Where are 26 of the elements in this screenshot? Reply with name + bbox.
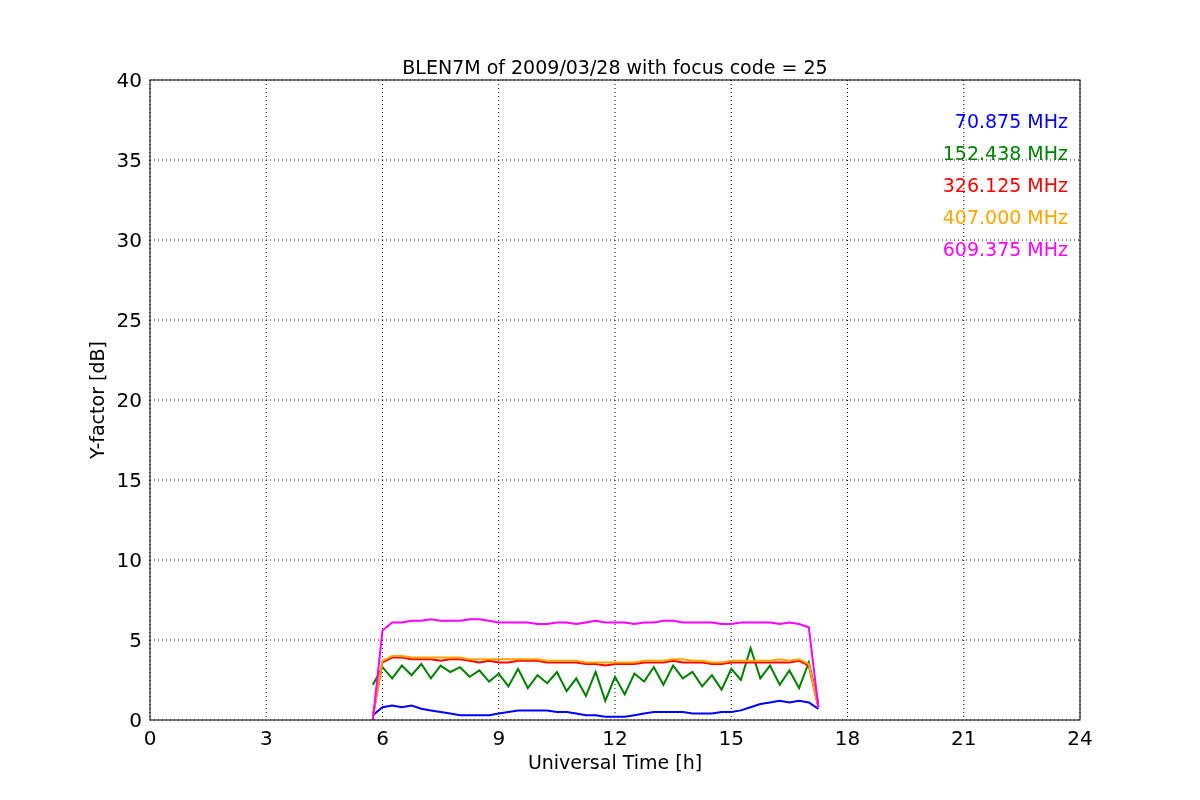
y-tick-label: 20	[116, 388, 142, 412]
x-tick-label: 9	[492, 726, 506, 750]
y-tick-label: 40	[116, 68, 142, 92]
legend-label: 407.000 MHz	[942, 206, 1068, 228]
legend-label: 326.125 MHz	[942, 174, 1068, 196]
y-tick-label: 25	[116, 308, 142, 332]
x-tick-label: 21	[951, 726, 977, 750]
x-tick-label: 0	[143, 726, 157, 750]
legend-label: 152.438 MHz	[942, 142, 1068, 164]
x-tick-label: 18	[834, 726, 861, 750]
chart-title: BLEN7M of 2009/03/28 with focus code = 25	[402, 56, 828, 78]
y-axis-label: Y-factor [dB]	[86, 341, 108, 459]
y-tick-label: 5	[129, 628, 142, 652]
y-tick-label: 10	[116, 548, 142, 572]
x-tick-label: 24	[1067, 726, 1093, 750]
legend-label: 70.875 MHz	[954, 110, 1068, 132]
y-tick-label: 15	[116, 468, 142, 492]
x-tick-label: 3	[259, 726, 273, 750]
y-tick-label: 30	[116, 228, 142, 252]
legend-label: 609.375 MHz	[942, 238, 1068, 260]
x-axis-label: Universal Time [h]	[527, 751, 703, 773]
y-tick-label: 35	[116, 148, 142, 172]
x-tick-label: 6	[376, 726, 389, 750]
y-tick-label: 0	[129, 708, 142, 732]
x-tick-label: 15	[718, 726, 744, 750]
x-tick-label: 12	[602, 726, 628, 750]
